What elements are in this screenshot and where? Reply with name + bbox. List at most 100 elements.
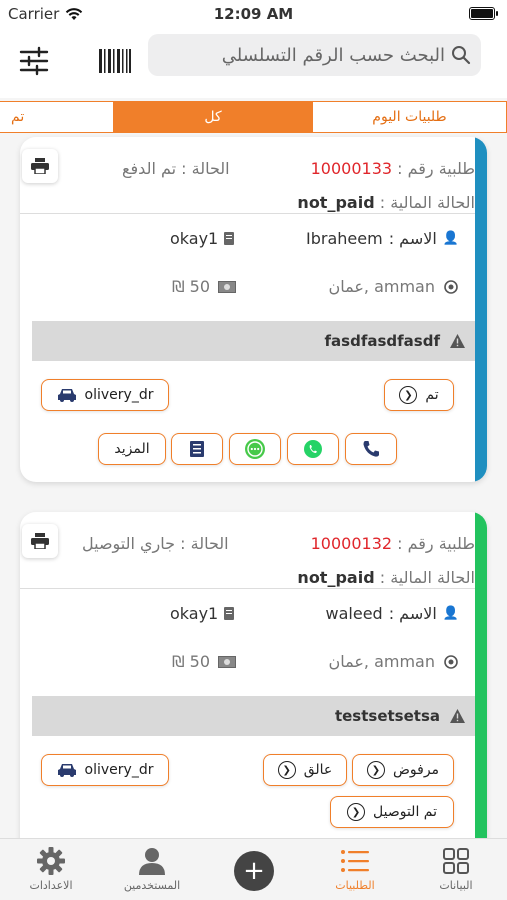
customer-name: 👤 الاسم : Ibraheem <box>306 229 459 248</box>
phone-icon <box>363 441 379 457</box>
chevron-left-icon: ❮ <box>399 386 418 404</box>
search-bar <box>148 34 481 76</box>
top-bar <box>0 28 507 98</box>
name-label: الاسم : <box>388 604 437 623</box>
action-label: تم <box>425 387 439 403</box>
search-icon <box>452 46 471 65</box>
print-button[interactable] <box>22 149 58 183</box>
note-text: fasdfasdfasdf <box>324 332 440 350</box>
gear-icon <box>37 847 65 875</box>
user-icon <box>139 848 165 875</box>
order-note: fasdfasdfasdf <box>32 321 475 361</box>
sliders-icon <box>19 46 49 76</box>
filter-button[interactable] <box>18 45 50 77</box>
status-action-rejected-button[interactable]: مرفوض ❮ <box>352 754 454 786</box>
tab-done[interactable]: تم <box>0 101 114 133</box>
order-number: 10000133 <box>310 159 393 178</box>
details-button[interactable] <box>171 433 223 465</box>
order-status: الحالة : تم الدفع <box>122 159 230 178</box>
tab-all[interactable]: كل <box>114 101 312 133</box>
name-value: waleed <box>325 604 383 623</box>
address-value: amman ,عمان <box>328 652 435 671</box>
customer-name: 👤 الاسم : waleed <box>326 604 459 623</box>
name-value: Ibraheem <box>306 229 383 248</box>
amount: 50 ₪ <box>172 277 236 296</box>
financial-status-label: الحالة المالية : <box>379 568 475 587</box>
document-icon <box>224 232 235 245</box>
amount-value: 50 ₪ <box>172 652 210 671</box>
driver-name: olivery_dr <box>84 387 154 403</box>
print-button[interactable] <box>22 524 58 558</box>
call-button[interactable] <box>345 433 397 465</box>
grid-icon <box>443 848 469 874</box>
printer-icon <box>31 533 49 549</box>
address: amman ,عمان <box>328 277 459 296</box>
amount: 50 ₪ <box>172 652 236 671</box>
address: amman ,عمان <box>328 652 459 671</box>
bottom-tab-bar: البيانات الطلبيات + المستخدمين الاعدادات <box>0 838 507 900</box>
warning-icon <box>450 334 465 348</box>
status-stripe <box>475 512 487 857</box>
tab-today-orders[interactable]: طلبيات اليوم <box>312 101 507 133</box>
status-action-delivered-button[interactable]: تم التوصيل ❮ <box>330 796 454 828</box>
order-number-label: طلبية رقم : <box>397 534 475 553</box>
order-number-label: طلبية رقم : <box>397 159 475 178</box>
order-note: testsetsetsa <box>32 696 475 736</box>
more-button[interactable]: المزيد <box>98 433 166 465</box>
whatsapp-icon <box>304 440 322 458</box>
nav-users[interactable]: المستخدمين <box>107 843 197 899</box>
order-card[interactable]: طلبية رقم : 10000132 الحالة : جاري التوص… <box>20 512 487 857</box>
driver-code-value: okay1 <box>170 604 219 623</box>
nav-data[interactable]: البيانات <box>411 843 501 899</box>
driver-name: olivery_dr <box>84 762 154 778</box>
financial-status-label: الحالة المالية : <box>379 193 475 212</box>
list-icon <box>341 850 369 872</box>
barcode-scan-button[interactable] <box>98 46 132 76</box>
divider <box>20 588 475 589</box>
nav-settings[interactable]: الاعدادات <box>6 843 96 899</box>
status-stripe <box>475 137 487 482</box>
add-order-button[interactable]: + <box>234 851 274 891</box>
whatsapp-button[interactable] <box>287 433 339 465</box>
battery-icon <box>469 7 498 20</box>
driver-code: okay1 <box>170 604 235 623</box>
location-target-icon <box>444 654 458 669</box>
chat-button[interactable] <box>229 433 281 465</box>
financial-status-value: not_paid <box>297 568 375 587</box>
car-icon <box>57 764 76 777</box>
notes-icon <box>190 441 204 457</box>
assign-driver-button[interactable]: olivery_dr <box>41 379 169 411</box>
search-input[interactable] <box>158 34 445 76</box>
name-label: الاسم : <box>388 229 437 248</box>
location-target-icon <box>444 279 458 294</box>
divider <box>20 213 475 214</box>
printer-icon <box>31 158 49 174</box>
assign-driver-button[interactable]: olivery_dr <box>41 754 169 786</box>
status-action-stuck-button[interactable]: عالق ❮ <box>263 754 347 786</box>
order-filter-tabs: طلبيات اليوم كل تم <box>0 101 507 133</box>
action-label: مرفوض <box>392 762 440 778</box>
nav-orders[interactable]: الطلبيات <box>310 843 400 899</box>
action-label: عالق <box>303 762 333 778</box>
person-icon: 👤 <box>442 606 459 621</box>
nav-label: الاعدادات <box>29 879 73 892</box>
status-action-done-button[interactable]: تم ❮ <box>384 379 454 411</box>
action-label: تم التوصيل <box>373 804 437 820</box>
driver-code-value: okay1 <box>170 229 219 248</box>
order-card[interactable]: طلبية رقم : 10000133 الحالة : تم الدفع ا… <box>20 137 487 482</box>
barcode-icon <box>99 49 131 73</box>
person-icon: 👤 <box>442 231 459 246</box>
amount-value: 50 ₪ <box>172 277 210 296</box>
financial-status-line: الحالة المالية : not_paid <box>297 193 475 212</box>
status-bar: Carrier 12:09 AM <box>0 0 507 28</box>
note-text: testsetsetsa <box>334 707 440 725</box>
nav-label: المستخدمين <box>123 879 181 892</box>
chat-icon <box>245 439 265 459</box>
chevron-left-icon: ❮ <box>366 761 385 779</box>
plus-icon: + <box>243 856 265 886</box>
nav-label: البيانات <box>439 879 473 892</box>
address-value: amman ,عمان <box>328 277 435 296</box>
warning-icon <box>450 709 465 723</box>
chevron-left-icon: ❮ <box>347 803 365 821</box>
driver-code: okay1 <box>170 229 235 248</box>
